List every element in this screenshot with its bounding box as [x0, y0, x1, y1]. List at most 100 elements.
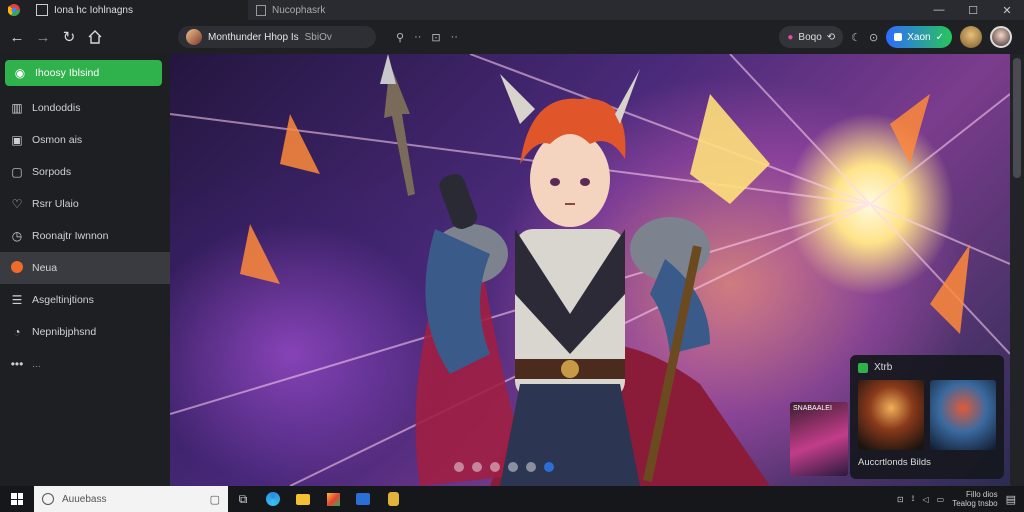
taskbar-app-store[interactable]	[318, 486, 348, 512]
sidebar-item-more[interactable]: ••• ...	[0, 348, 170, 380]
profile-avatar-2[interactable]	[990, 26, 1012, 48]
system-tray: ⊡ ⟟ ◁ ▭ Fillo dios Tealog tnsbo ▤	[897, 490, 1024, 508]
tab-active[interactable]: Iona hc Iohlnagns	[0, 0, 248, 20]
tray-overflow-icon[interactable]: ⊡	[897, 495, 904, 504]
search-circle-icon	[42, 493, 54, 505]
taskbar-app-browser[interactable]	[258, 486, 288, 512]
toolbar-icons: ⚲ ·· ⊡ ··	[396, 31, 458, 44]
camera-icon[interactable]: ⊙	[869, 31, 878, 44]
sidebar-item-label: Neua	[32, 262, 58, 274]
sidebar-item-favorites[interactable]: ♡ Rsrr Ulaio	[0, 188, 170, 220]
copilot-icon[interactable]: ▢	[210, 493, 220, 506]
back-button[interactable]: ←	[4, 24, 30, 50]
sidebar-item-chat[interactable]: ◔ Nepnibjphsnd	[0, 316, 170, 348]
scrollbar-thumb[interactable]	[1013, 58, 1021, 178]
close-icon[interactable]: ✕	[990, 0, 1024, 20]
sidebar-item-grid[interactable]: ▣ Osmon ais	[0, 124, 170, 156]
more-dots-icon[interactable]: ··	[414, 31, 421, 43]
sidebar-item-library[interactable]: ▥ Londoddis	[0, 92, 170, 124]
promo-label: SNABAALEI	[793, 405, 832, 412]
carousel-dot[interactable]	[508, 462, 518, 472]
address-bar[interactable]: Monthunder Hhop Is SbiOv	[178, 26, 376, 48]
volume-icon[interactable]: ◁	[923, 495, 929, 504]
minimize-icon[interactable]: —	[922, 0, 956, 20]
orange-dot-icon-wrap	[10, 260, 24, 276]
sidebar-item-label: Osmon ais	[32, 134, 83, 146]
taskbar-app-explorer[interactable]	[288, 486, 318, 512]
preview-thumbnail[interactable]	[858, 380, 924, 450]
menu-dots-icon[interactable]: ··	[451, 31, 458, 43]
carousel-dot[interactable]	[472, 462, 482, 472]
preview-thumbnails	[850, 380, 1004, 450]
check-icon: ✓	[935, 31, 944, 43]
carousel-dot[interactable]	[490, 462, 500, 472]
sidebar-item-featured[interactable]: ◉ Ihoosy Iblsind	[5, 60, 162, 86]
screenshot-icon[interactable]: ⊡	[431, 31, 440, 44]
preview-panel-header: Xtrb	[850, 355, 1004, 380]
carousel-dot[interactable]	[526, 462, 536, 472]
vertical-scrollbar[interactable]	[1010, 54, 1024, 486]
list-icon: ☰	[11, 293, 23, 307]
account-pill-label: Boqo	[798, 31, 822, 43]
account-pill[interactable]: ● Boqo ⟲	[779, 26, 844, 48]
clock-icon: ◷	[11, 229, 23, 243]
browser-logo-icon	[8, 4, 20, 16]
title-bar: Iona hc Iohlnagns Nucophasrk — ☐ ✕	[0, 0, 1024, 20]
tab-inactive-title: Nucophasrk	[272, 4, 326, 16]
window-controls: — ☐ ✕	[922, 0, 1024, 20]
sidebar-item-list[interactable]: ☰ Asgeltinjtions	[0, 284, 170, 316]
tab-page-icon	[36, 4, 48, 16]
preview-panel[interactable]: Xtrb Auccrtlonds Bilds	[850, 355, 1004, 479]
tab-inactive[interactable]: Nucophasrk	[248, 0, 333, 20]
profile-avatar-1[interactable]	[960, 26, 982, 48]
photos-app-icon	[356, 493, 370, 505]
address-text: Monthunder Hhop Is	[208, 31, 299, 43]
start-button[interactable]	[0, 486, 34, 512]
reload-icon: ↻	[62, 29, 76, 46]
taskbar-app-lock[interactable]	[378, 486, 408, 512]
notification-icon[interactable]: ▤	[1006, 493, 1016, 506]
site-avatar-icon	[186, 29, 202, 45]
promo-pill-label: Xaon	[907, 31, 931, 43]
forward-button[interactable]: →	[30, 24, 56, 50]
sync-icon: ⟲	[826, 31, 836, 43]
sidebar-item-folder[interactable]: ▢ Sorpods	[0, 156, 170, 188]
library-icon: ▥	[11, 101, 23, 115]
sidebar-item-label: Asgeltinjtions	[32, 294, 94, 306]
more-icon: •••	[10, 357, 24, 371]
sidebar-item-news[interactable]: Neua	[0, 252, 170, 284]
folder-app-icon	[296, 493, 310, 505]
chat-icon: ◔	[13, 325, 21, 339]
promo-thumbnail[interactable]: SNABAALEI	[790, 402, 848, 476]
hero-banner[interactable]: SNABAALEI Xtrb Auccrtlonds Bilds	[170, 54, 1010, 486]
tab-active-title: Iona hc Iohlnagns	[54, 4, 133, 16]
maximize-icon[interactable]: ☐	[956, 0, 990, 20]
preview-thumbnail[interactable]	[930, 380, 996, 450]
sidebar: ◉ Ihoosy Iblsind ▥ Londoddis ▣ Osmon ais…	[0, 54, 170, 486]
taskbar-app-photos[interactable]	[348, 486, 378, 512]
carousel-dot[interactable]	[454, 462, 464, 472]
sidebar-item-label: Londoddis	[32, 102, 81, 114]
sidebar-item-label: Rsrr Ulaio	[32, 198, 79, 210]
preview-panel-caption: Auccrtlonds Bilds	[858, 457, 931, 468]
sidebar-item-label: Sorpods	[32, 166, 72, 178]
heart-icon: ♡	[11, 197, 23, 211]
network-icon[interactable]: ⟟	[912, 494, 915, 504]
sidebar-item-label: Nepnibjphsnd	[32, 326, 97, 338]
task-view-button[interactable]: ⧉	[228, 486, 258, 512]
extension-icon[interactable]: ☾	[851, 31, 861, 44]
home-icon: ◉	[14, 66, 26, 80]
user-search-icon[interactable]: ⚲	[396, 31, 404, 44]
taskbar: Auuebass ▢ ⧉ ⊡ ⟟ ◁ ▭ Fillo dios Tealog t…	[0, 486, 1024, 512]
system-clock[interactable]: Fillo dios Tealog tnsbo	[952, 490, 997, 508]
taskbar-search[interactable]: Auuebass ▢	[34, 486, 228, 512]
carousel-dot-active[interactable]	[544, 462, 554, 472]
promo-pill[interactable]: Xaon ✓	[886, 26, 952, 48]
folder-icon: ▢	[11, 165, 23, 179]
home-button[interactable]	[82, 24, 108, 50]
reload-button[interactable]: ↻	[56, 24, 82, 50]
sidebar-item-recent[interactable]: ◷ Roonajtr Iwnnon	[0, 220, 170, 252]
battery-icon[interactable]: ▭	[937, 495, 945, 504]
orange-dot-icon	[11, 260, 23, 273]
browser-app-icon	[266, 492, 280, 506]
